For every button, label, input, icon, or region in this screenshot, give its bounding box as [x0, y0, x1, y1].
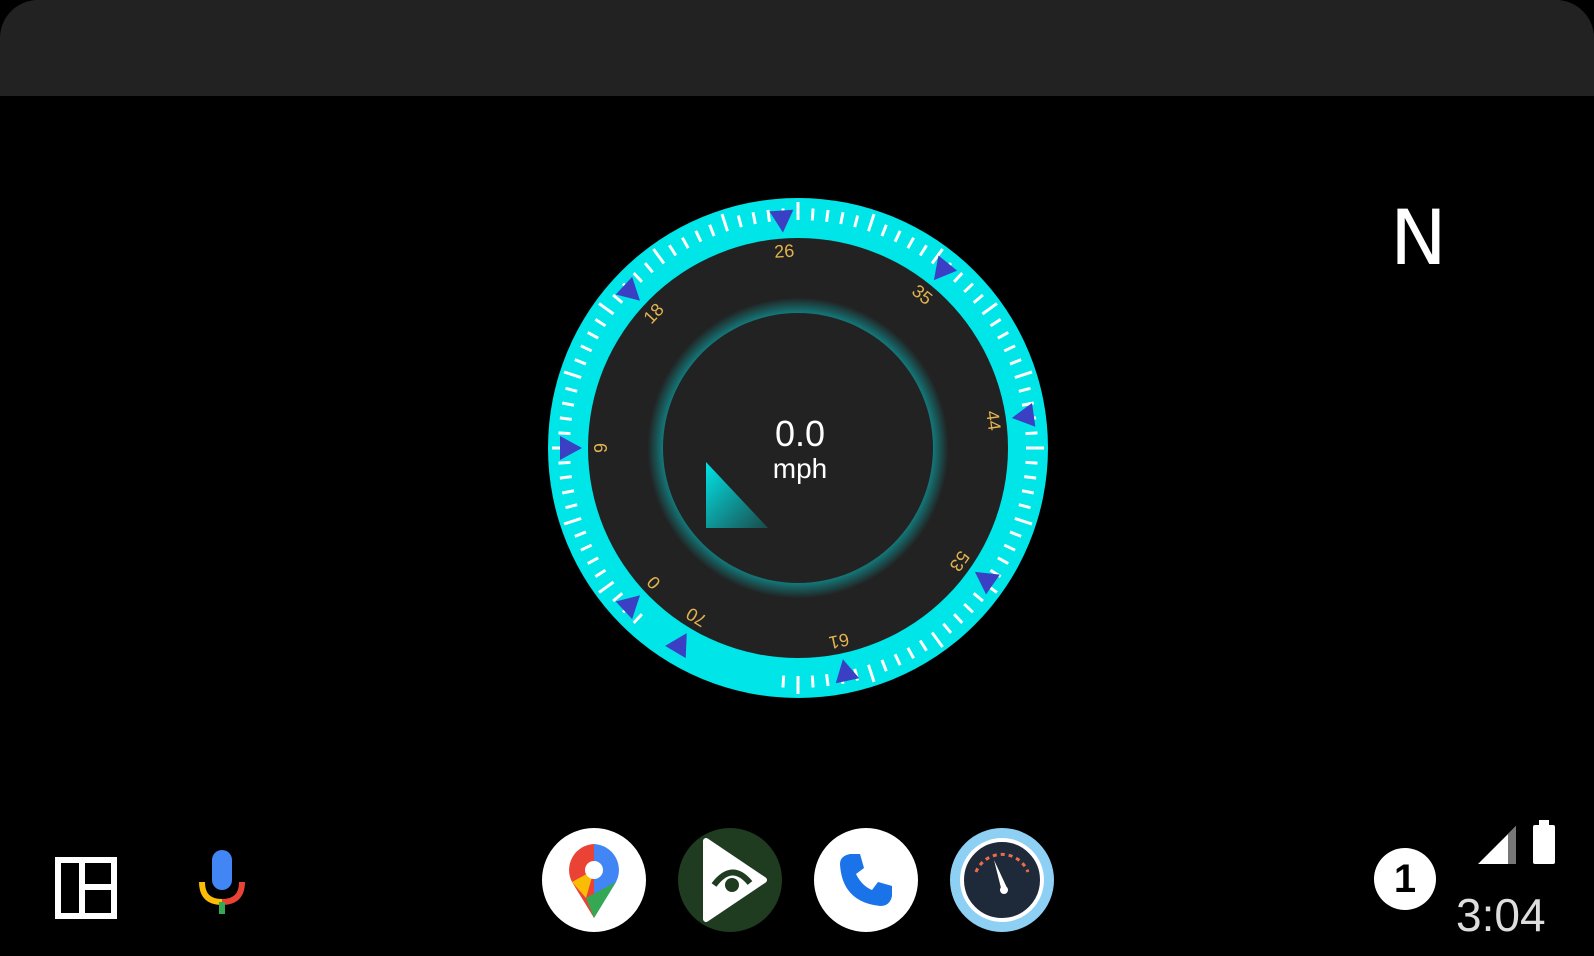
gauge-tick [810, 675, 815, 688]
gauge-tick-label: 44 [982, 409, 1005, 432]
gauge-tick [1025, 431, 1038, 436]
top-bar [0, 0, 1594, 96]
play-eye-icon [703, 838, 767, 922]
gauge-tick [1025, 460, 1038, 465]
gauge-tick-label: 9 [591, 443, 611, 453]
gauge-tick [559, 475, 572, 480]
notification-badge[interactable]: 1 [1374, 848, 1436, 910]
gauge-tick [766, 209, 771, 222]
app-phone[interactable] [814, 828, 918, 932]
gauge-tick [558, 460, 571, 465]
gauge-tick [1024, 475, 1037, 480]
gauge-tick [558, 431, 571, 436]
gauge-tick-label: 26 [774, 241, 795, 262]
voice-assistant-button[interactable] [186, 844, 258, 924]
microphone-icon [199, 850, 245, 914]
app-speedometer[interactable] [950, 828, 1054, 932]
gauge-tick-label: 61 [827, 629, 851, 653]
speed-readout: 0.0 mph [700, 414, 900, 484]
phone-icon [840, 854, 892, 906]
gauge-tick [810, 208, 815, 221]
gauge-tick [825, 209, 830, 222]
speed-unit: mph [772, 453, 828, 484]
status-clock: 3:04 [1456, 889, 1546, 941]
dashboard-layout-button[interactable] [50, 852, 122, 924]
gauge-tick [559, 416, 572, 421]
bottom-navigation-bar: 1 3:04 [0, 820, 1594, 956]
battery-icon [1533, 820, 1555, 864]
app-google-maps[interactable] [542, 828, 646, 932]
speed-value: 0.0 [774, 413, 826, 454]
dashboard-layout-icon [55, 857, 117, 919]
gauge-tick [781, 675, 786, 688]
compass-heading: N [1390, 193, 1447, 282]
maps-pin-icon [569, 844, 619, 918]
speedometer-icon [960, 838, 1044, 922]
gauge-tick [825, 674, 830, 687]
app-play[interactable] [678, 828, 782, 932]
cellular-signal-icon [1478, 826, 1516, 864]
